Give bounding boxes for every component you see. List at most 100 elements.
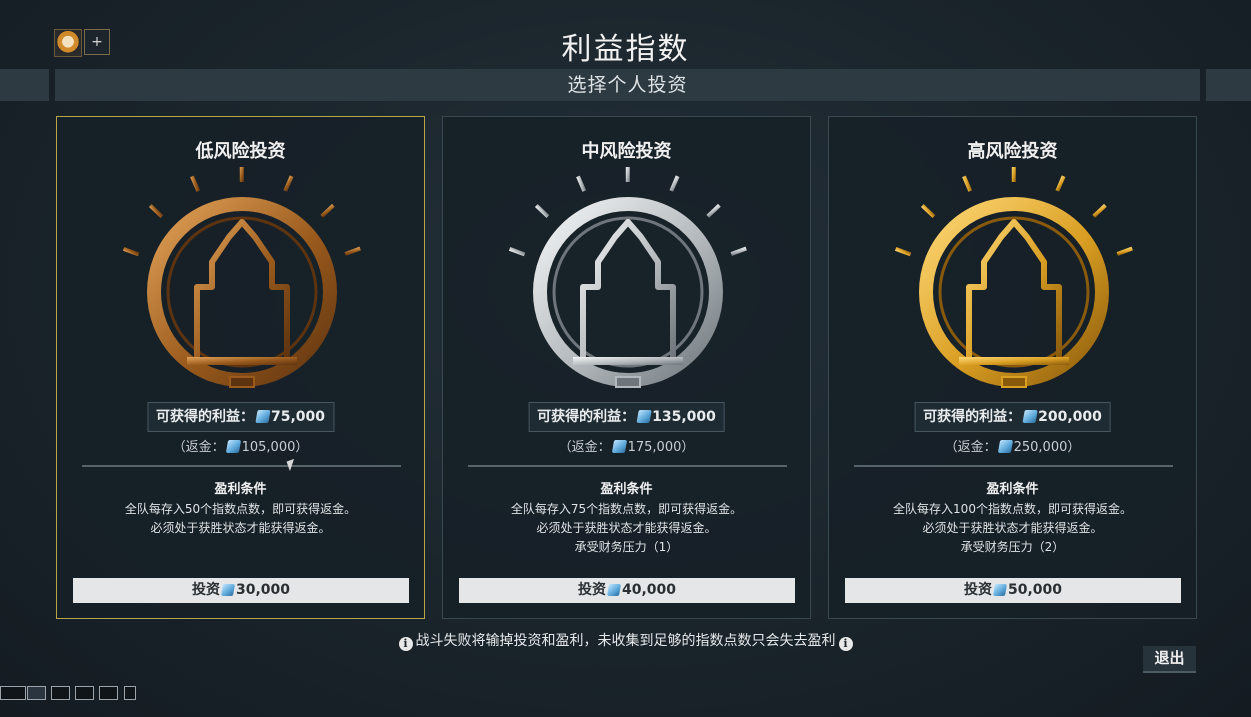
emblem-tick bbox=[920, 204, 936, 219]
emblem-tick bbox=[1092, 203, 1107, 218]
tray-slot-ability[interactable] bbox=[99, 686, 118, 700]
invest-button[interactable]: 投资 50,000 bbox=[845, 578, 1181, 603]
emblem-tick bbox=[706, 203, 721, 218]
investment-card-medium[interactable]: 中风险投资 可获得的利益： 135,000 （返金： 175,000） 盈利条件 全… bbox=[442, 116, 811, 619]
emblem-tick bbox=[1011, 167, 1016, 183]
refund-suffix: ） bbox=[295, 440, 309, 455]
divider bbox=[468, 465, 787, 467]
reward-box: 可获得的利益： 135,000 bbox=[528, 402, 725, 432]
emblem-tick bbox=[122, 247, 140, 257]
emblem-tick bbox=[894, 247, 912, 257]
refund-value: 105,000 bbox=[241, 440, 296, 455]
condition-line: 全队每存入50个指数点数，即可获得返金。 bbox=[124, 502, 357, 516]
footer-warning: i 战斗失败将输掉投资和盈利，未收集到足够的指数点数只会失去盈利 i bbox=[0, 630, 1251, 651]
refund-suffix: ） bbox=[1067, 440, 1081, 455]
emblem-tick bbox=[508, 247, 526, 257]
condition-title: 盈利条件 bbox=[214, 482, 267, 497]
emblem-tick bbox=[239, 167, 244, 183]
page-title: 利益指数 bbox=[561, 32, 690, 67]
subbar-right-tab bbox=[1206, 69, 1251, 101]
emblem-icon bbox=[122, 167, 361, 388]
emblem-icon bbox=[508, 167, 747, 388]
invest-value: 30,000 bbox=[235, 582, 291, 598]
divider bbox=[854, 465, 1173, 467]
condition-line: 必须处于获胜状态才能获得返金。 bbox=[150, 521, 331, 535]
emblem-tick bbox=[320, 203, 335, 218]
emblem-tick bbox=[1116, 246, 1133, 256]
currency-icon bbox=[606, 584, 622, 596]
investment-card-low[interactable]: 低风险投资 可获得的利益： 75,000 （返金： 105,000） 盈利条件 全队… bbox=[56, 116, 425, 619]
emblem-icon bbox=[894, 167, 1133, 388]
refund-prefix: （返金： bbox=[172, 440, 225, 455]
tray-slot-shield[interactable] bbox=[51, 686, 70, 700]
currency-icon bbox=[220, 584, 236, 596]
invest-button[interactable]: 投资 30,000 bbox=[73, 578, 409, 603]
currency-icon bbox=[611, 440, 627, 453]
condition-line: 全队每存入100个指数点数，即可获得返金。 bbox=[893, 502, 1132, 516]
page-subtitle: 选择个人投资 bbox=[567, 74, 688, 96]
emblem-base bbox=[573, 357, 683, 365]
reward-label: 可获得的利益： bbox=[155, 409, 254, 425]
refund-prefix: （返金： bbox=[558, 440, 611, 455]
invest-value: 40,000 bbox=[621, 582, 677, 598]
refund-line: （返金： 175,000） bbox=[443, 436, 810, 455]
refund-suffix: ） bbox=[681, 440, 695, 455]
emblem-tick bbox=[576, 175, 587, 192]
emblem-base bbox=[959, 357, 1069, 365]
reward-value: 135,000 bbox=[652, 409, 716, 425]
invest-label: 投资 bbox=[191, 582, 220, 598]
emblem-tick bbox=[148, 204, 164, 219]
emblem-tick bbox=[344, 246, 361, 256]
exit-button[interactable]: 退出 bbox=[1143, 646, 1196, 673]
info-icon[interactable]: i bbox=[838, 637, 853, 651]
emblem-clasp bbox=[615, 376, 641, 388]
condition-title: 盈利条件 bbox=[986, 482, 1039, 497]
emblem-base bbox=[187, 357, 297, 365]
reward-box: 可获得的利益： 200,000 bbox=[914, 402, 1111, 432]
tray-slot-menu[interactable] bbox=[124, 686, 136, 700]
refund-line: （返金： 250,000） bbox=[829, 436, 1196, 455]
refund-prefix: （返金： bbox=[944, 440, 997, 455]
tray-slot-hero[interactable] bbox=[27, 686, 46, 700]
condition-line: 全队每存入75个指数点数，即可获得返金。 bbox=[510, 502, 743, 516]
tray-slot-marker[interactable] bbox=[75, 686, 94, 700]
condition-line: 必须处于获胜状态才能获得返金。 bbox=[922, 521, 1103, 535]
emblem-tick bbox=[1055, 175, 1066, 192]
reward-label: 可获得的利益： bbox=[923, 409, 1022, 425]
emblem-clasp bbox=[229, 376, 255, 388]
refund-value: 175,000 bbox=[627, 440, 682, 455]
refund-line: （返金： 105,000） bbox=[57, 436, 424, 455]
emblem-tick bbox=[962, 175, 973, 192]
condition-title: 盈利条件 bbox=[600, 482, 653, 497]
reward-label: 可获得的利益： bbox=[537, 409, 636, 425]
investment-card-high[interactable]: 高风险投资 可获得的利益： 200,000 （返金： 250,000） 盈利条件 全… bbox=[828, 116, 1197, 619]
invest-label: 投资 bbox=[963, 582, 992, 598]
refund-value: 250,000 bbox=[1013, 440, 1068, 455]
condition-line: 必须处于获胜状态才能获得返金。 bbox=[536, 521, 717, 535]
condition-line: 承受财务压力（1） bbox=[574, 540, 679, 554]
card-title: 高风险投资 bbox=[967, 141, 1058, 162]
card-title: 中风险投资 bbox=[581, 141, 672, 162]
tray-slot-back[interactable] bbox=[0, 686, 26, 700]
invest-label: 投资 bbox=[577, 582, 606, 598]
condition-line: 承受财务压力（2） bbox=[960, 540, 1065, 554]
reward-value: 75,000 bbox=[270, 409, 326, 425]
emblem-tick bbox=[625, 167, 630, 183]
card-title: 低风险投资 bbox=[195, 141, 286, 162]
emblem-tick bbox=[730, 246, 747, 256]
reward-box: 可获得的利益： 75,000 bbox=[146, 402, 335, 432]
currency-icon bbox=[1021, 410, 1038, 423]
currency-icon bbox=[225, 440, 241, 453]
emblem-tick bbox=[534, 204, 550, 219]
invest-button[interactable]: 投资 40,000 bbox=[459, 578, 795, 603]
currency-icon bbox=[635, 410, 652, 423]
emblem-tick bbox=[669, 175, 680, 192]
invest-value: 50,000 bbox=[1007, 582, 1063, 598]
footer-note-text: 战斗失败将输掉投资和盈利，未收集到足够的指数点数只会失去盈利 bbox=[415, 633, 836, 649]
currency-icon bbox=[997, 440, 1013, 453]
reward-value: 200,000 bbox=[1038, 409, 1102, 425]
info-icon[interactable]: i bbox=[398, 637, 413, 651]
currency-icon bbox=[254, 410, 271, 423]
emblem-clasp bbox=[1001, 376, 1027, 388]
emblem-tick bbox=[190, 175, 201, 192]
